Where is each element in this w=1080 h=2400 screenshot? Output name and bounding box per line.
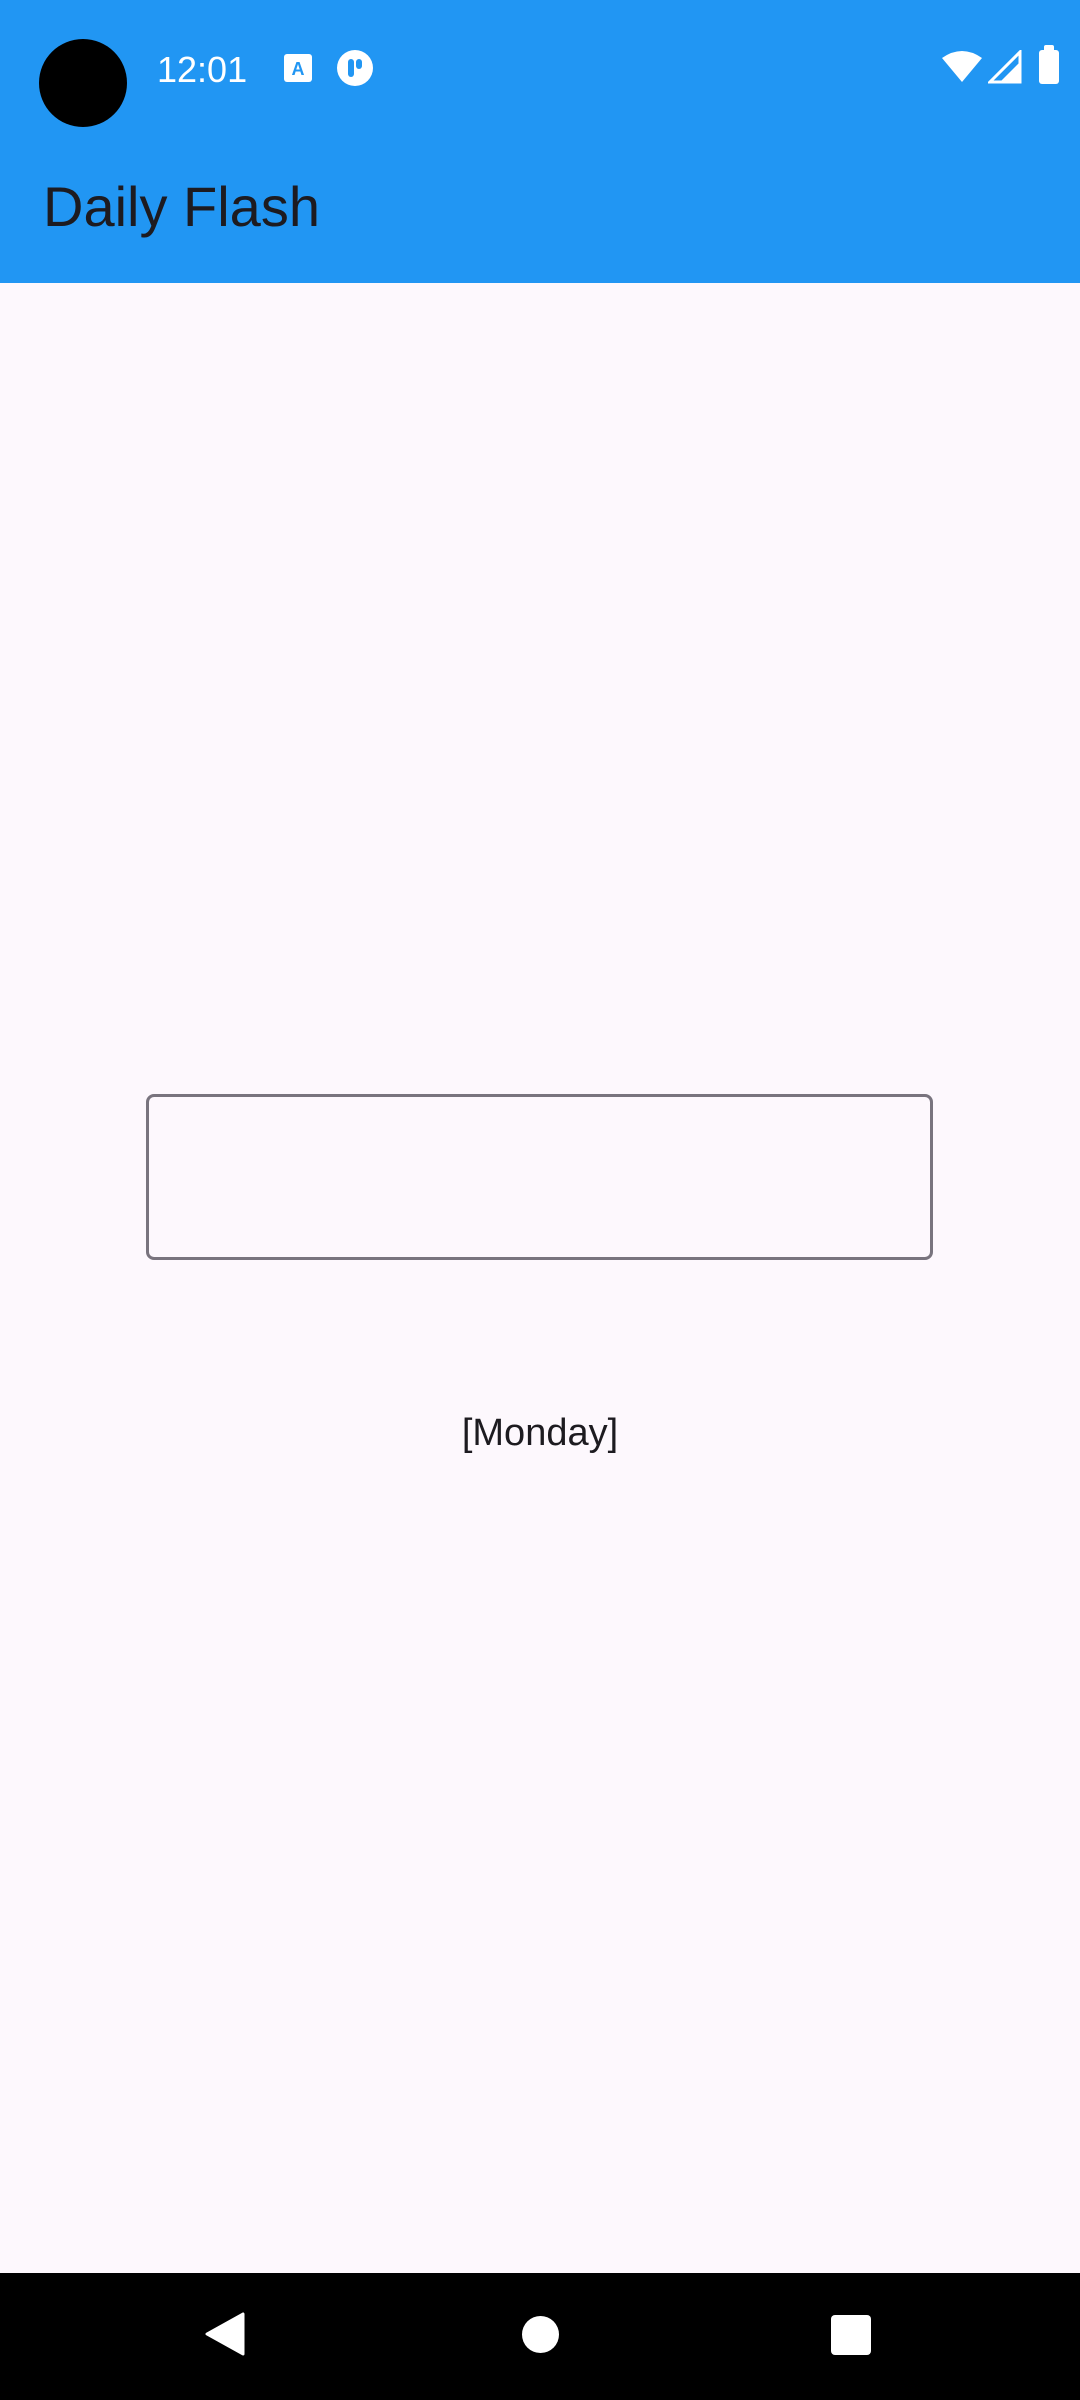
accessibility-notification-icon: A (284, 54, 312, 82)
wifi-icon (942, 51, 982, 82)
day-label: [Monday] (461, 1412, 619, 1454)
camera-cutout (39, 39, 127, 127)
app-notification-icon (337, 50, 373, 86)
cell-signal-icon (988, 50, 1022, 84)
day-input-field[interactable] (146, 1094, 933, 1260)
svg-text:A: A (292, 59, 305, 79)
main-content (0, 283, 1080, 2273)
app-screen: 12:01 A Daily Flash [Monday] (0, 0, 1080, 2400)
recents-icon[interactable] (831, 2315, 871, 2355)
page-title: Daily Flash (43, 175, 320, 238)
battery-icon (1039, 45, 1059, 84)
home-icon[interactable] (522, 2316, 559, 2353)
back-icon[interactable] (205, 2312, 245, 2356)
status-time: 12:01 (157, 49, 248, 90)
app-bar: 12:01 A Daily Flash (0, 0, 1080, 283)
